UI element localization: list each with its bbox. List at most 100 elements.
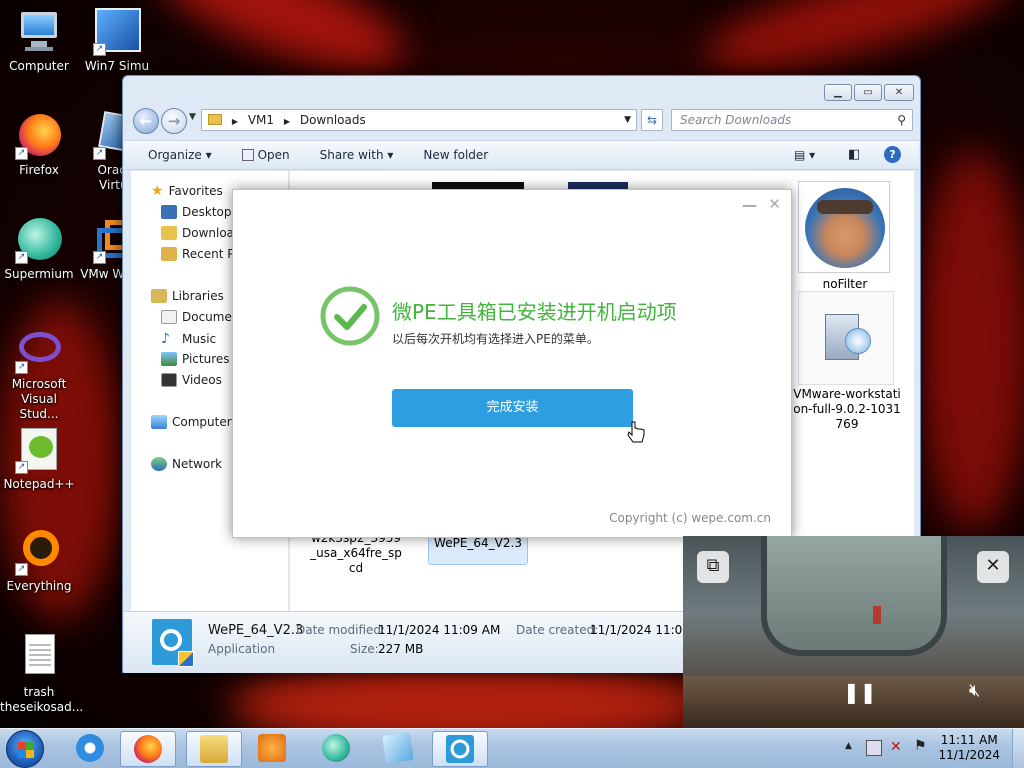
video-frame-shape [761, 536, 947, 656]
share-with-menu[interactable]: Share with ▾ [320, 148, 394, 162]
nav-favorites[interactable]: ★ Favorites [151, 183, 223, 199]
supermium-icon [322, 734, 350, 762]
nav-videos[interactable]: Videos [161, 373, 222, 387]
desktop-icon-everything[interactable]: ↗ Everything [0, 528, 78, 594]
star-icon: ★ [151, 183, 164, 199]
nav-music[interactable]: ♪ Music [161, 331, 216, 347]
address-dropdown-icon[interactable]: ▼ [624, 110, 631, 130]
clock-date: 11/1/2024 [938, 748, 1000, 762]
dialog-minimize-button[interactable]: — [742, 196, 757, 214]
file-item-w2k3sp2[interactable]: w2k3sp2_3959_usa_x64fre_spcd [308, 531, 404, 591]
taskbar-firefox[interactable] [120, 731, 176, 767]
file-item-nofilter[interactable]: noFilter [796, 181, 902, 291]
breadcrumb-separator: ▶ [283, 117, 290, 126]
downloads-folder-icon [161, 226, 177, 240]
open-button[interactable]: Open [241, 148, 290, 162]
date-created-label: Date created: [516, 623, 599, 637]
desktop-icon-label: Computer [9, 59, 69, 73]
selected-file-name: WePE_64_V2.3 [208, 623, 304, 638]
desktop-icon-trash-file[interactable]: trash theseikosad... [0, 634, 84, 715]
firefox-icon [134, 735, 162, 763]
forward-button[interactable]: → [161, 108, 187, 134]
nav-pictures[interactable]: Pictures [161, 352, 230, 366]
internet-explorer-icon [76, 734, 104, 762]
breadcrumb-downloads[interactable]: Downloads [300, 113, 366, 127]
desktop-icon-label: trash theseikosad... [0, 685, 84, 714]
minimize-button[interactable]: ▁ [824, 84, 852, 101]
search-input[interactable]: Search Downloads ⚲ [671, 109, 913, 131]
desktop-icon-label: Firefox [19, 163, 59, 177]
address-row: ← → ▼ ▶ VM1 ▶ Downloads ▼ ⇆ Search Downl… [131, 108, 913, 134]
nav-libraries[interactable]: Libraries [151, 289, 224, 303]
recent-pages-dropdown[interactable]: ▼ [189, 112, 196, 122]
recent-places-icon [161, 247, 177, 261]
start-button[interactable] [6, 730, 44, 768]
taskbar-internet-explorer[interactable] [62, 731, 118, 767]
video-frame-detail [873, 606, 881, 624]
taskbar-wepe[interactable] [432, 731, 488, 767]
taskbar-media-player[interactable] [244, 731, 300, 767]
show-desktop-button[interactable] [1012, 729, 1024, 768]
pip-close-button[interactable]: ✕ [977, 551, 1009, 583]
back-button[interactable]: ← [133, 108, 159, 134]
selected-file-type: Application [208, 642, 276, 656]
file-name: WePE_64_V2.3 [434, 536, 522, 550]
maximize-button[interactable]: ▭ [854, 84, 882, 101]
computer-icon [151, 415, 167, 429]
nav-computer[interactable]: Computer [151, 415, 232, 429]
volume-muted-icon[interactable]: ✕ [890, 739, 902, 755]
nav-desktop[interactable]: Desktop [161, 205, 232, 219]
new-folder-button[interactable]: New folder [423, 148, 488, 162]
file-name: noFilter [822, 277, 868, 291]
nav-network[interactable]: Network [151, 457, 222, 471]
show-hidden-icons-button[interactable]: ▲ [845, 741, 852, 751]
shortcut-arrow-icon: ↗ [93, 147, 106, 160]
windows-logo-icon [18, 742, 34, 758]
taskbar-supermium[interactable] [308, 731, 364, 767]
pause-icon[interactable]: ❚❚ [843, 680, 877, 704]
pip-back-to-tab-button[interactable]: ⧉ [697, 551, 729, 583]
notepadpp-icon: ↗ [15, 426, 63, 474]
file-item-vmware[interactable]: VMware-workstation-full-9.0.2-1031769 [792, 291, 902, 441]
picture-in-picture-video[interactable]: ⧉ ✕ ❚❚ 🔇︎ [683, 536, 1024, 728]
network-icon [151, 457, 167, 471]
desktop-icon-supermium[interactable]: ↗ Supermium [0, 216, 78, 282]
date-modified-label: Date modified: [296, 623, 386, 637]
taskbar-explorer[interactable] [186, 731, 242, 767]
desktop-icon-win7-simu[interactable]: ↗ Win7 Simu [78, 8, 156, 74]
wepe-app-icon [446, 735, 474, 763]
taskbar-notes-app[interactable] [370, 731, 426, 767]
breadcrumb-vm1[interactable]: VM1 [248, 113, 274, 127]
network-status-icon[interactable] [866, 740, 882, 756]
taskbar-clock[interactable]: 11:11 AM 11/1/2024 [938, 733, 1000, 763]
dialog-close-button[interactable]: ✕ [768, 195, 781, 213]
installer-thumbnail [798, 291, 894, 385]
refresh-button[interactable]: ⇆ [641, 109, 663, 131]
views-button[interactable]: ▤ ▾ [794, 148, 815, 162]
dialog-copyright: Copyright (c) wepe.com.cn [609, 511, 771, 525]
preview-pane-button[interactable]: ◧ [848, 147, 860, 162]
window-app-icon: ↗ [93, 8, 141, 56]
shortcut-arrow-icon: ↗ [93, 251, 106, 264]
shortcut-arrow-icon: ↗ [15, 361, 28, 374]
open-icon [241, 149, 254, 161]
folder-icon [208, 114, 222, 125]
finish-install-button[interactable]: 完成安装 [392, 389, 633, 427]
desktop-icon-computer[interactable]: Computer [0, 8, 78, 74]
mute-icon[interactable]: 🔇︎ [969, 680, 980, 701]
help-icon[interactable]: ? [884, 146, 901, 163]
action-center-flag-icon[interactable]: ⚑ [914, 738, 927, 754]
organize-menu[interactable]: Organize ▾ [148, 148, 212, 162]
shortcut-arrow-icon: ↗ [15, 251, 28, 264]
dialog-subtitle: 以后每次开机均有选择进入PE的菜单。 [392, 332, 599, 346]
window-controls: ▁ ▭ ✕ [824, 84, 914, 101]
desktop-icon-visual-studio[interactable]: ↗ Microsoft Visual Stud... [0, 326, 78, 422]
address-bar[interactable]: ▶ VM1 ▶ Downloads ▼ [201, 109, 637, 131]
close-button[interactable]: ✕ [884, 84, 914, 101]
everything-icon: ↗ [15, 528, 63, 576]
pictures-icon [161, 352, 177, 366]
desktop-icon-firefox[interactable]: ↗ Firefox [0, 112, 78, 178]
desktop-icon-notepadpp[interactable]: ↗ Notepad++ [0, 426, 78, 492]
install-complete-dialog[interactable]: — ✕ 微PE工具箱已安装进开机启动项 以后每次开机均有选择进入PE的菜单。 完… [232, 189, 792, 538]
documents-icon [161, 310, 177, 324]
